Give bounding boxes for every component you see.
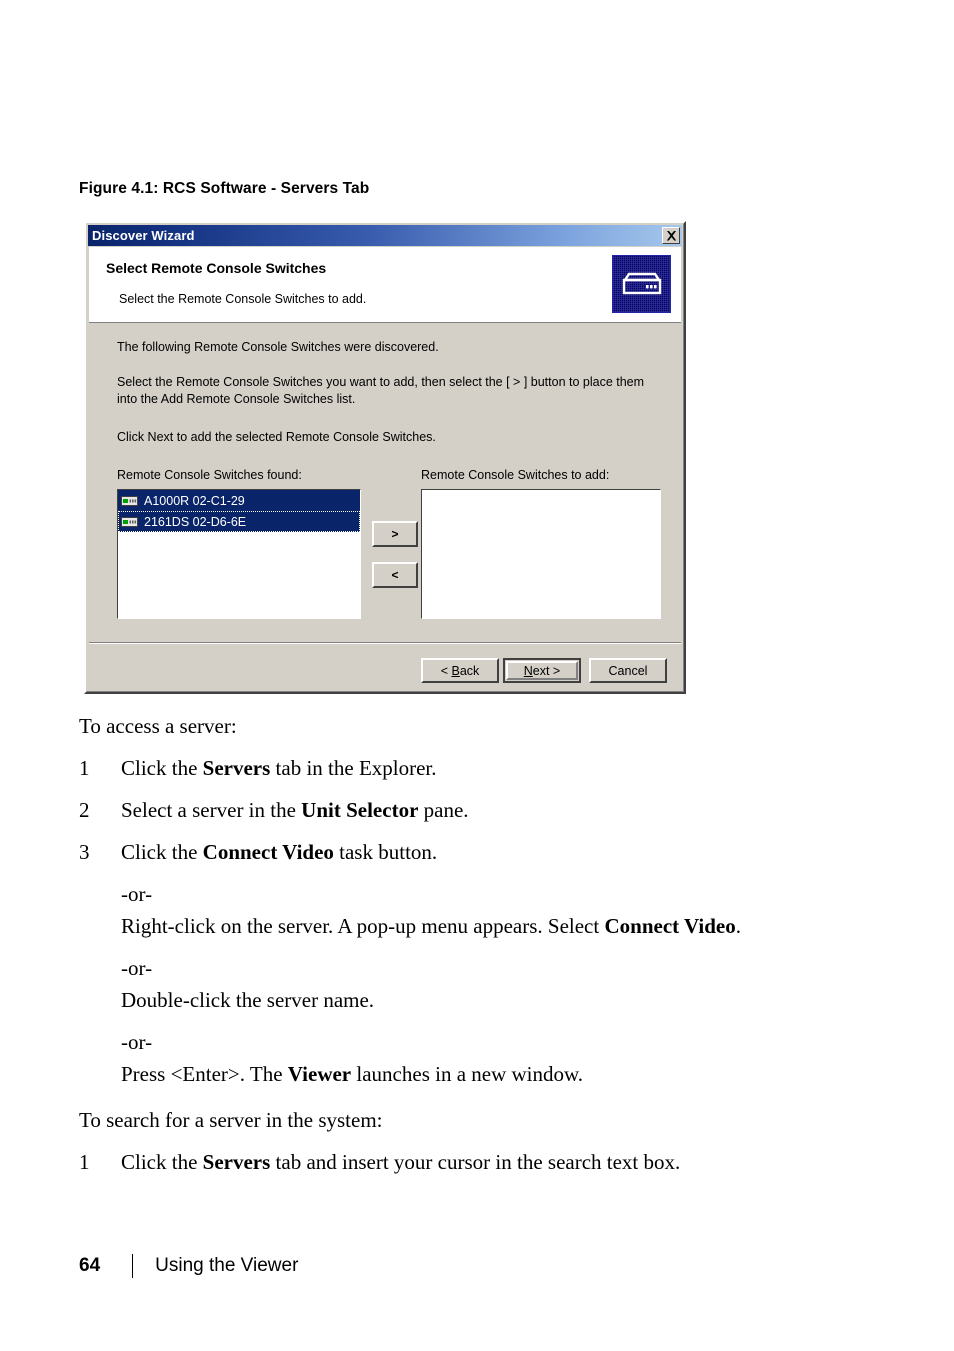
body-content: To access a server: 1 Click the Servers …	[79, 712, 879, 1190]
step-2: 2 Select a server in the Unit Selector p…	[79, 796, 879, 824]
discovery-line-3: Click Next to add the selected Remote Co…	[117, 430, 436, 444]
alternative-1: Right-click on the server. A pop-up menu…	[121, 914, 741, 938]
dialog-footer-separator	[89, 642, 681, 644]
list-item[interactable]: A1000R 02-C1-29	[118, 490, 360, 511]
wizard-header: Select Remote Console Switches Select th…	[89, 247, 681, 323]
step-number: 3	[79, 840, 90, 864]
or-label-1: -or-	[121, 882, 153, 906]
wizard-body: The following Remote Console Switches we…	[89, 324, 681, 689]
cancel-button[interactable]: Cancel	[589, 658, 667, 683]
switch-icon	[121, 495, 138, 506]
dialog-titlebar: Discover Wizard	[88, 225, 682, 246]
switch-appliance-icon	[612, 255, 671, 313]
list-item-label: A1000R 02-C1-29	[144, 493, 245, 508]
wizard-header-subtitle: Select the Remote Console Switches to ad…	[119, 292, 367, 306]
close-icon[interactable]	[662, 227, 680, 244]
step-text: Click the Connect Video task button.	[121, 840, 438, 864]
back-button-label: < Back	[440, 663, 480, 678]
step-number: 2	[79, 798, 90, 822]
intro-access-server: To access a server:	[79, 714, 237, 738]
step-3: 3 Click the Connect Video task button.	[79, 838, 879, 866]
next-button[interactable]: Next >	[503, 658, 581, 683]
intro-search-server: To search for a server in the system:	[79, 1108, 383, 1132]
document-page: Figure 4.1: RCS Software - Servers Tab D…	[0, 0, 954, 1351]
switches-found-listbox[interactable]: A1000R 02-C1-29 2161DS 02-D6-6E	[117, 489, 361, 619]
chevron-left-icon: <	[391, 568, 399, 582]
discovery-line-1: The following Remote Console Switches we…	[117, 340, 439, 354]
step-number: 1	[79, 756, 90, 780]
cancel-button-label: Cancel	[608, 663, 648, 678]
switch-icon	[121, 516, 138, 527]
step-text: Click the Servers tab in the Explorer.	[121, 756, 437, 780]
page-number: 64	[79, 1255, 101, 1276]
or-label-3: -or-	[121, 1030, 153, 1054]
footer-divider	[132, 1254, 134, 1278]
page-footer: 64 Using the Viewer	[79, 1254, 298, 1278]
step-1: 1 Click the Servers tab in the Explorer.	[79, 754, 879, 782]
alternative-2: Double-click the server name.	[121, 988, 375, 1012]
figure-caption: Figure 4.1: RCS Software - Servers Tab	[79, 180, 370, 197]
switches-to-add-listbox[interactable]	[421, 489, 661, 619]
list-item-label: 2161DS 02-D6-6E	[144, 514, 247, 529]
remove-switch-button[interactable]: <	[372, 562, 418, 588]
alternative-3: Press <Enter>. The Viewer launches in a …	[121, 1062, 584, 1086]
toadd-list-label: Remote Console Switches to add:	[421, 468, 610, 482]
dialog-title: Discover Wizard	[92, 228, 195, 243]
search-step-1: 1 Click the Servers tab and insert your …	[79, 1148, 879, 1176]
add-switch-button[interactable]: >	[372, 521, 418, 547]
footer-chapter-title: Using the Viewer	[155, 1255, 299, 1276]
discover-wizard-dialog: Discover Wizard Select Remote Console Sw…	[84, 221, 686, 694]
wizard-header-title: Select Remote Console Switches	[106, 260, 327, 276]
back-button[interactable]: < Back	[421, 658, 499, 683]
step-text: Click the Servers tab and insert your cu…	[121, 1150, 681, 1174]
discovery-line-2: Select the Remote Console Switches you w…	[117, 375, 645, 406]
list-item[interactable]: 2161DS 02-D6-6E	[118, 511, 360, 532]
chevron-right-icon: >	[391, 527, 399, 541]
step-text: Select a server in the Unit Selector pan…	[121, 798, 469, 822]
or-label-2: -or-	[121, 956, 153, 980]
found-list-label: Remote Console Switches found:	[117, 468, 302, 482]
step-number: 1	[79, 1150, 90, 1174]
next-button-label: Next >	[523, 663, 561, 678]
next-button-inner: Next >	[506, 661, 578, 680]
